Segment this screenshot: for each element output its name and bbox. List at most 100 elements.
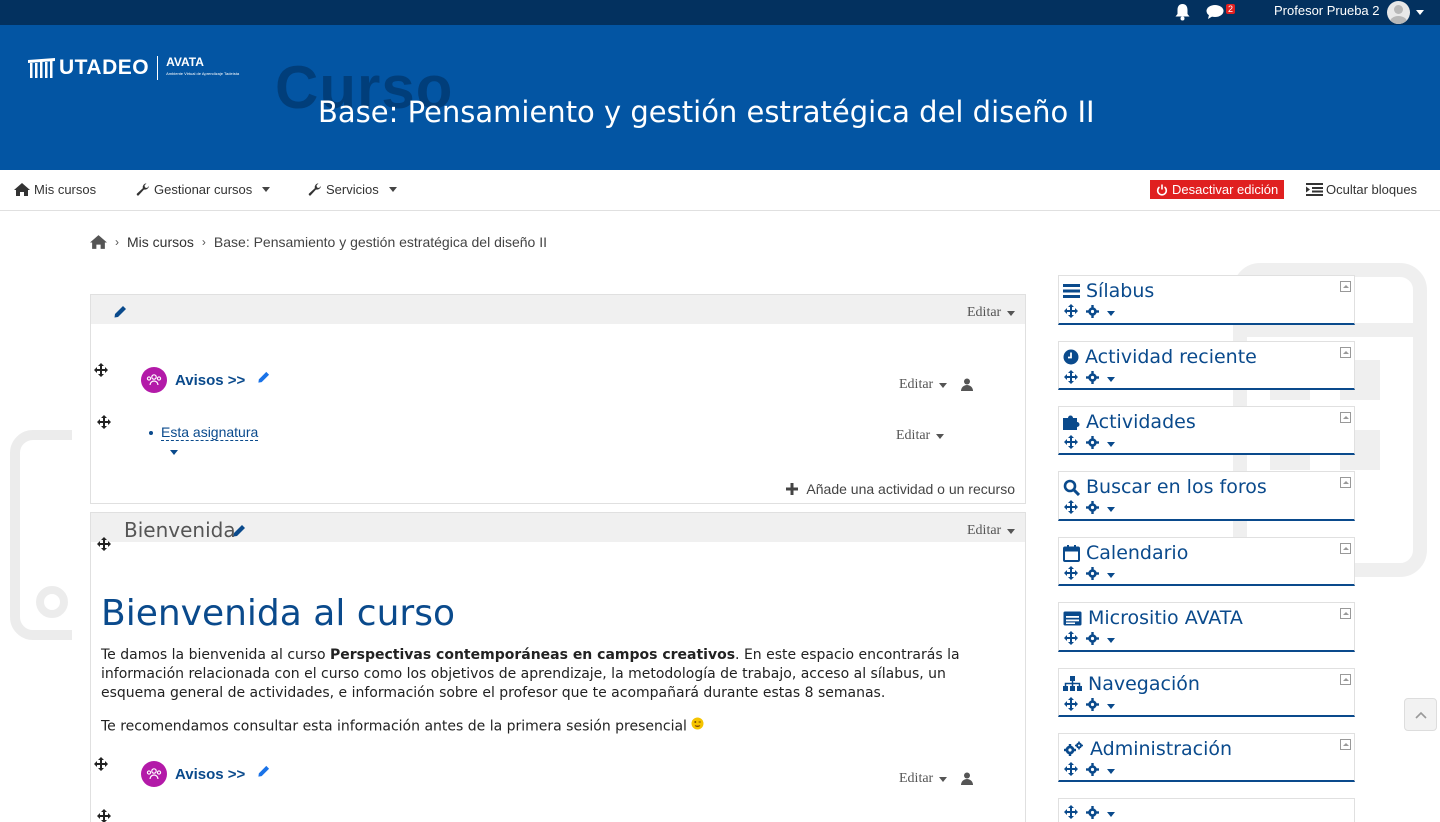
breadcrumb-item-course[interactable]: Base: Pensamiento y gestión estratégica …	[214, 234, 547, 250]
move-icon[interactable]	[97, 415, 111, 434]
collapse-block-icon[interactable]	[1340, 281, 1351, 292]
move-icon[interactable]	[1064, 370, 1078, 389]
block-title-label: Navegación	[1088, 673, 1200, 695]
block-title[interactable]: Navegación	[1063, 673, 1200, 695]
section-edit-menu[interactable]: Editar	[967, 305, 1016, 321]
move-icon[interactable]	[1064, 435, 1078, 454]
notifications-bell-icon[interactable]	[1174, 3, 1191, 26]
gear-icon[interactable]	[1086, 631, 1099, 650]
add-activity-button[interactable]: Añade una actividad o un recurso	[786, 481, 1015, 497]
move-icon[interactable]	[1064, 566, 1078, 585]
block-title-label: Actividades	[1086, 411, 1196, 433]
block-title[interactable]: Sílabus	[1063, 280, 1154, 302]
gear-icon[interactable]	[1086, 370, 1099, 389]
collapse-block-icon[interactable]	[1340, 477, 1351, 488]
block-title[interactable]: Actividades	[1063, 411, 1196, 433]
forum-avisos[interactable]: Avisos >>	[141, 761, 270, 787]
gear-icon[interactable]	[1086, 304, 1099, 323]
move-icon[interactable]	[1064, 500, 1078, 519]
hide-blocks-button[interactable]: Ocultar bloques	[1306, 182, 1417, 197]
forum-avisos[interactable]: Avisos >>	[141, 367, 270, 393]
move-icon[interactable]	[97, 537, 111, 556]
nav-my-courses[interactable]: Mis cursos	[14, 182, 96, 197]
chevron-down-icon[interactable]	[1107, 377, 1115, 382]
move-icon[interactable]	[94, 363, 108, 382]
chevron-down-icon[interactable]	[170, 450, 178, 455]
logo-tagline: Ambiente Virtual de Aprendizaje Tadeísta	[166, 71, 240, 76]
edit-title-pencil-icon[interactable]	[257, 765, 270, 783]
move-icon[interactable]	[1064, 304, 1078, 323]
section-title: Bienvenida	[124, 518, 236, 542]
clock-icon	[1063, 349, 1079, 365]
power-icon	[1156, 184, 1168, 196]
section-edit-menu[interactable]: Editar	[967, 523, 1016, 539]
block-title[interactable]: Buscar en los foros	[1063, 476, 1267, 498]
activity-edit-menu[interactable]: Editar	[899, 377, 948, 393]
gear-icon[interactable]	[1086, 805, 1099, 822]
gear-icon[interactable]	[1086, 566, 1099, 585]
chevron-down-icon[interactable]	[1107, 812, 1115, 817]
block-title-label: Sílabus	[1086, 280, 1155, 302]
move-icon[interactable]	[1064, 805, 1078, 822]
collapse-block-icon[interactable]	[1340, 739, 1351, 750]
gear-icon[interactable]	[1086, 762, 1099, 781]
logo-text: UTADEO	[59, 56, 150, 79]
block-title[interactable]: Actividad reciente	[1063, 346, 1257, 368]
block-controls	[1064, 697, 1115, 716]
scroll-to-top-button[interactable]	[1404, 698, 1437, 731]
deactivate-editing-button[interactable]: Desactivar edición	[1150, 180, 1285, 199]
nav-my-courses-label: Mis cursos	[34, 182, 97, 197]
move-icon[interactable]	[1064, 631, 1078, 650]
chevron-down-icon[interactable]	[1107, 442, 1115, 447]
edit-section-pencil-icon[interactable]	[232, 524, 246, 543]
move-icon[interactable]	[94, 757, 108, 776]
activity-edit-menu[interactable]: Editar	[899, 771, 948, 787]
chevron-down-icon[interactable]	[1107, 638, 1115, 643]
move-icon[interactable]	[1064, 762, 1078, 781]
chevron-down-icon[interactable]	[1107, 507, 1115, 512]
user-role-icon[interactable]	[961, 772, 973, 790]
block-title[interactable]: Administración	[1063, 738, 1232, 760]
move-icon[interactable]	[97, 809, 111, 822]
user-avatar[interactable]	[1387, 1, 1410, 24]
page-edit-menu[interactable]: Editar	[896, 428, 945, 444]
home-icon[interactable]	[90, 235, 107, 249]
collapse-block-icon[interactable]	[1340, 543, 1351, 554]
edit-title-pencil-icon[interactable]	[257, 371, 270, 389]
deactivate-editing-label: Desactivar edición	[1172, 182, 1279, 197]
block-title-label: Administración	[1090, 738, 1233, 760]
gear-icon[interactable]	[1086, 697, 1099, 716]
chevron-down-icon[interactable]	[1107, 769, 1115, 774]
collapse-block-icon[interactable]	[1340, 347, 1351, 358]
gear-icon[interactable]	[1086, 435, 1099, 454]
move-icon[interactable]	[1064, 697, 1078, 716]
block-title[interactable]: Micrositio AVATA	[1063, 607, 1243, 629]
chevron-down-icon[interactable]	[1107, 573, 1115, 578]
collapse-block-icon[interactable]	[1340, 608, 1351, 619]
nav-services[interactable]: Servicios	[308, 182, 397, 197]
block-title[interactable]: Calendario	[1063, 542, 1188, 564]
block-buscar-foros: Buscar en los foros	[1058, 471, 1355, 521]
nav-manage-courses[interactable]: Gestionar cursos	[136, 182, 271, 197]
chevron-down-icon	[939, 776, 948, 782]
edit-section-pencil-icon[interactable]	[113, 305, 127, 324]
block-controls	[1064, 435, 1115, 454]
hide-blocks-label: Ocultar bloques	[1326, 182, 1418, 197]
nav-services-label: Servicios	[326, 182, 379, 197]
collapse-block-icon[interactable]	[1340, 412, 1351, 423]
chevron-down-icon[interactable]	[1107, 704, 1115, 709]
user-name[interactable]: Profesor Prueba 2	[1274, 3, 1380, 18]
logo-avata-text: AVATA	[166, 55, 204, 69]
user-menu-caret-icon[interactable]	[1416, 10, 1424, 15]
site-logo[interactable]: UTADEO AVATA Ambiente Virtual de Aprendi…	[27, 56, 239, 80]
plus-icon	[786, 483, 799, 495]
gear-icon[interactable]	[1086, 500, 1099, 519]
messages-chat-icon[interactable]	[1206, 4, 1226, 25]
breadcrumb-item-my-courses[interactable]: Mis cursos	[127, 234, 194, 250]
collapse-block-icon[interactable]	[1340, 674, 1351, 685]
user-role-icon[interactable]	[961, 378, 973, 396]
block-controls	[1064, 304, 1115, 323]
page-esta-asignatura[interactable]: Esta asignatura	[149, 424, 259, 441]
chevron-down-icon[interactable]	[1107, 311, 1115, 316]
block-controls	[1064, 500, 1115, 519]
